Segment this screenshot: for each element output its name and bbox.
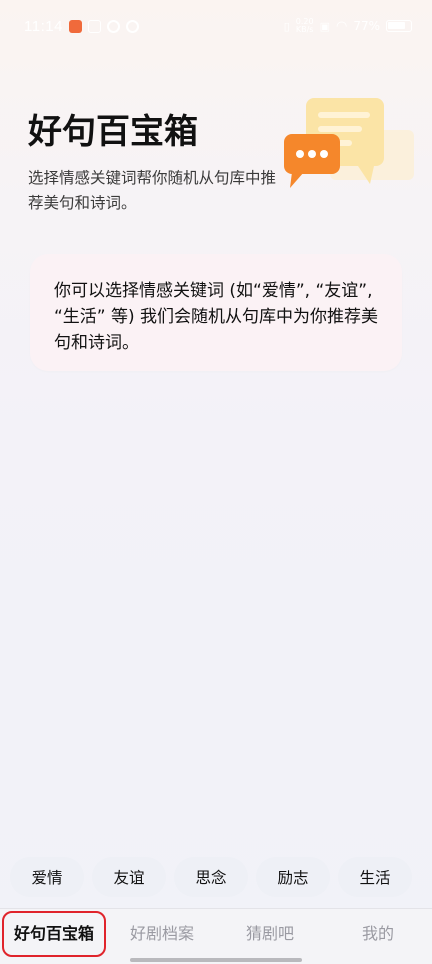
bottom-nav: 好句百宝箱 好剧档案 猜剧吧 我的 bbox=[0, 908, 432, 964]
nav-tab-quotes[interactable]: 好句百宝箱 bbox=[2, 909, 106, 957]
nav-tab-guess-drama-label: 猜剧吧 bbox=[245, 924, 294, 943]
battery-icon bbox=[386, 20, 412, 32]
keyword-chip-inspiration[interactable]: 励志 bbox=[256, 857, 330, 897]
keyword-chip-life[interactable]: 生活 bbox=[338, 857, 412, 897]
app-notification-icon bbox=[68, 19, 82, 33]
status-bar: 11:14 ▯ 0.20 KB/s ▣ ◠ 77% bbox=[0, 0, 432, 52]
status-time: 11:14 bbox=[24, 17, 63, 35]
keyword-chip-row: 爱情 友谊 思念 励志 生活 bbox=[10, 857, 432, 899]
nav-tab-drama-archive-label: 好剧档案 bbox=[129, 924, 194, 943]
page-title: 好句百宝箱 bbox=[28, 112, 198, 152]
battery-percent: 77% bbox=[353, 19, 380, 33]
nav-tab-drama-archive[interactable]: 好剧档案 bbox=[112, 909, 212, 955]
home-indicator[interactable] bbox=[130, 958, 302, 962]
nav-tab-mine-label: 我的 bbox=[361, 924, 394, 943]
sim-icon: ▣ bbox=[319, 19, 330, 33]
keyword-chip-love[interactable]: 爱情 bbox=[10, 857, 84, 897]
nav-tab-guess-drama[interactable]: 猜剧吧 bbox=[220, 909, 320, 955]
vibrate-icon: ▯ bbox=[283, 19, 290, 33]
nav-tab-mine[interactable]: 我的 bbox=[328, 909, 428, 955]
network-speed: 0.20 KB/s bbox=[295, 17, 314, 34]
active-tab-highlight bbox=[2, 911, 106, 957]
keyword-chip-friendship[interactable]: 友谊 bbox=[92, 857, 166, 897]
chat-bubbles-illustration bbox=[284, 98, 414, 188]
calendar-notification-icon bbox=[87, 19, 101, 33]
wifi-icon: ◠ bbox=[335, 18, 348, 34]
keyword-chip-longing[interactable]: 思念 bbox=[174, 857, 248, 897]
info-card: 你可以选择情感关键词 (如“爱情”, “友谊”, “生活” 等) 我们会随机从句… bbox=[30, 254, 402, 371]
page-subtitle: 选择情感关键词帮你随机从句库中推荐美句和诗词。 bbox=[28, 169, 277, 212]
browser-notification-icon bbox=[106, 19, 120, 33]
info-card-text: 你可以选择情感关键词 (如“爱情”, “友谊”, “生活” 等) 我们会随机从句… bbox=[54, 281, 379, 353]
sync-notification-icon bbox=[125, 19, 139, 33]
